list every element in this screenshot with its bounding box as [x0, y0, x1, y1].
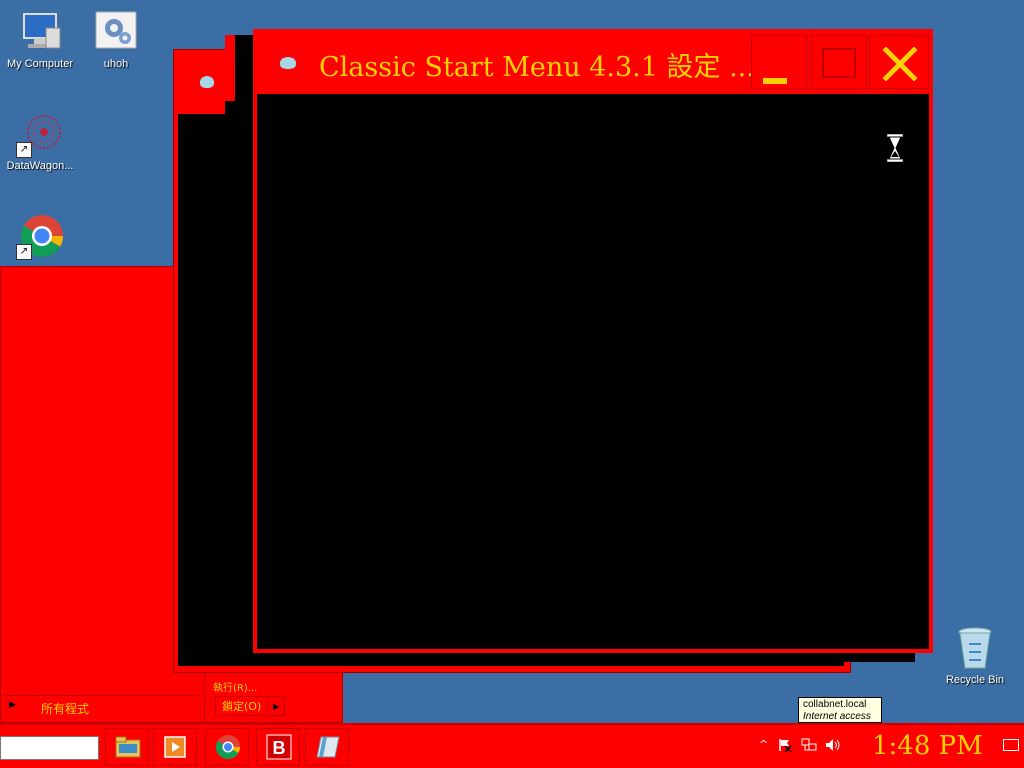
recycle-bin-icon [951, 624, 999, 672]
chrome-icon [215, 735, 240, 760]
app-icon [280, 57, 296, 69]
taskbar-clock[interactable]: 1:48 PM [872, 731, 983, 761]
network-tooltip: collabnet.local Internet access [798, 697, 882, 723]
triangle-right-icon: ▶ [9, 700, 16, 710]
minimize-button[interactable] [751, 35, 807, 89]
taskbar-file-explorer-button[interactable] [105, 728, 149, 766]
chrome-desktop-icon[interactable]: ↗ [0, 212, 80, 260]
uhoh-desktop-icon[interactable]: uhoh [76, 8, 156, 70]
all-programs-label: 所有程式 [41, 702, 90, 716]
minimize-icon [763, 78, 787, 84]
volume-icon[interactable] [825, 738, 841, 752]
classic-start-menu-settings-window[interactable]: Classic Start Menu 4.3.1 設定 ... [253, 29, 933, 653]
all-programs-item[interactable]: ▶ 所有程式 [3, 695, 203, 718]
my-computer-desktop-icon[interactable]: My Computer [0, 8, 80, 70]
svg-text:B: B [273, 738, 286, 758]
notes-app-icon [316, 736, 340, 758]
app-icon [200, 76, 214, 88]
action-center-icon[interactable] [778, 738, 792, 752]
taskbar: B ^ 1:48 PM [0, 723, 1024, 768]
taskbar-notes-app-button[interactable] [305, 728, 349, 766]
taskbar-b-app-button[interactable]: B [256, 728, 300, 766]
close-icon [882, 47, 918, 81]
datawagon-icon: ↗ [16, 110, 64, 158]
shortcut-arrow-icon: ↗ [16, 244, 32, 260]
shortcut-arrow-icon: ↗ [16, 142, 32, 158]
run-item[interactable]: 執行(R)... [213, 679, 257, 694]
desktop-icon-label: Recycle Bin [945, 674, 1005, 686]
show-hidden-icons-button[interactable]: ^ [759, 738, 768, 751]
tooltip-line-1: collabnet.local [803, 699, 867, 710]
window-frame-edge [225, 35, 235, 101]
show-desktop-button[interactable] [1003, 739, 1019, 751]
media-player-icon [164, 736, 186, 758]
recycle-bin-desktop-icon[interactable]: Recycle Bin [935, 624, 1015, 686]
hourglass-cursor-icon [886, 133, 904, 163]
file-explorer-icon [115, 736, 141, 758]
desktop-icon-label: uhoh [103, 58, 129, 70]
maximize-button[interactable] [811, 35, 867, 89]
window-client-area [257, 94, 929, 649]
shutdown-options-arrow-icon[interactable]: ▶ [267, 701, 284, 711]
close-button[interactable] [869, 35, 929, 89]
chrome-icon: ↗ [16, 212, 64, 260]
computer-icon [16, 8, 64, 56]
taskbar-media-player-button[interactable] [153, 728, 197, 766]
network-icon[interactable] [801, 738, 817, 752]
b-app-icon: B [266, 734, 292, 760]
shutdown-label: 鎖定(O) [222, 700, 262, 713]
shutdown-button[interactable]: 鎖定(O) ▶ [215, 696, 286, 716]
datawagon-desktop-icon[interactable]: ↗ DataWagon... [0, 110, 80, 172]
taskbar-chrome-button[interactable] [205, 728, 249, 766]
window-title: Classic Start Menu 4.3.1 設定 ... [319, 52, 755, 83]
taskbar-search-input[interactable] [0, 736, 99, 760]
desktop-icon-label: My Computer [6, 58, 74, 70]
maximize-icon [822, 48, 856, 78]
desktop-icon-label: DataWagon... [6, 160, 74, 172]
tooltip-line-2: Internet access [803, 711, 871, 722]
gear-icon [92, 8, 140, 56]
